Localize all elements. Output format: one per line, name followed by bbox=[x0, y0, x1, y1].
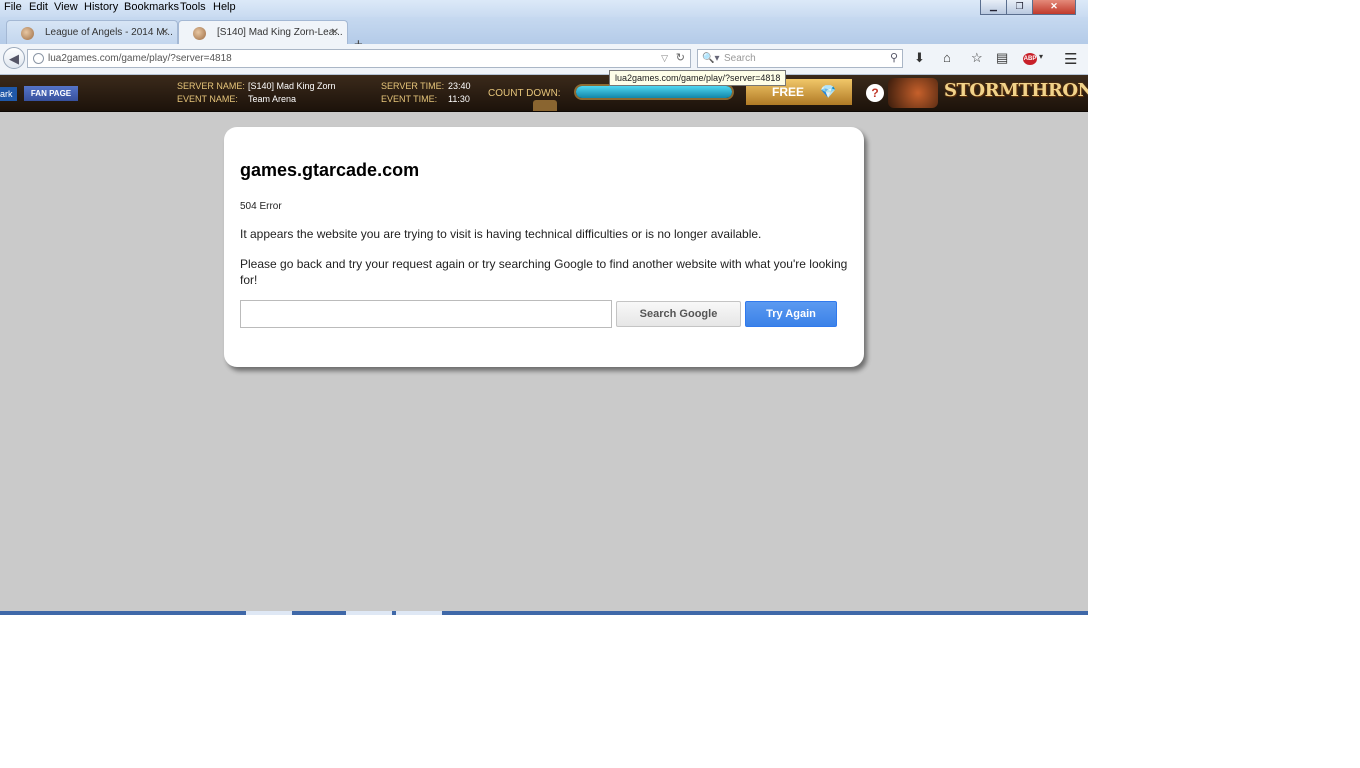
star-icon[interactable]: ☆ bbox=[971, 51, 983, 65]
tab-strip: League of Angels - 2014 M... ✕ [S140] Ma… bbox=[0, 17, 1088, 53]
tab-favicon-icon bbox=[193, 27, 206, 40]
error-site-title: games.gtarcade.com bbox=[240, 160, 420, 180]
event-name-value: Team Arena bbox=[248, 94, 297, 104]
taskbar-item[interactable] bbox=[346, 611, 392, 615]
error-message-primary: It appears the website you are trying to… bbox=[240, 227, 762, 241]
reload-icon[interactable]: ↻ bbox=[676, 50, 685, 67]
try-again-button[interactable]: Try Again bbox=[745, 301, 837, 327]
tab-favicon-icon bbox=[21, 27, 34, 40]
fan-page-button[interactable]: FAN PAGE bbox=[24, 86, 78, 101]
minimize-button[interactable]: ▁ bbox=[980, 0, 1007, 15]
close-window-button[interactable]: ✕ bbox=[1032, 0, 1076, 15]
tab-title: [S140] Mad King Zorn-Lea... bbox=[217, 27, 343, 38]
stormthrone-logo[interactable]: STORMTHRONE bbox=[944, 80, 1088, 101]
bookmark-link[interactable]: ark bbox=[0, 87, 17, 101]
adblock-dropdown-icon[interactable]: ▾ bbox=[1039, 52, 1043, 61]
dragon-emblem-icon bbox=[888, 78, 938, 108]
site-identity-icon[interactable] bbox=[33, 53, 44, 64]
url-history-dropdown-icon[interactable]: ▽ bbox=[661, 50, 668, 67]
event-time-label: EVENT TIME: bbox=[381, 94, 438, 104]
magnifier-icon[interactable]: ⚲ bbox=[890, 50, 898, 67]
error-message-secondary: Please go back and try your request agai… bbox=[240, 257, 848, 287]
adblock-icon[interactable]: ABP bbox=[1023, 53, 1037, 65]
menu-file[interactable]: File bbox=[4, 1, 22, 13]
tab-title: League of Angels - 2014 M... bbox=[45, 27, 173, 38]
search-engine-icon[interactable]: 🔍▾ bbox=[702, 50, 719, 67]
tab-mad-king-zorn[interactable]: [S140] Mad King Zorn-Lea... ✕ bbox=[178, 20, 348, 44]
search-placeholder: Search bbox=[724, 53, 756, 64]
countdown-label: COUNT DOWN: bbox=[488, 88, 561, 99]
tab-close-icon[interactable]: ✕ bbox=[331, 21, 339, 45]
taskbar bbox=[0, 611, 1088, 615]
menu-edit[interactable]: Edit bbox=[29, 1, 48, 13]
maximize-button[interactable]: ❐ bbox=[1006, 0, 1033, 15]
countdown-progress-bar bbox=[574, 84, 734, 100]
home-icon[interactable]: ⌂ bbox=[943, 51, 951, 65]
tab-close-icon[interactable]: ✕ bbox=[161, 21, 169, 45]
gem-icon: 💎 bbox=[820, 84, 837, 99]
menu-history[interactable]: History bbox=[84, 1, 118, 13]
google-search-input[interactable] bbox=[240, 300, 612, 328]
server-name-value: [S140] Mad King Zorn bbox=[248, 81, 336, 91]
hamburger-icon[interactable]: ☰ bbox=[1064, 50, 1077, 68]
menu-bar: File Edit View History Bookmarks Tools H… bbox=[0, 0, 1088, 17]
window-controls: ▁ ❐ ✕ bbox=[980, 0, 1076, 15]
menu-help[interactable]: Help bbox=[213, 1, 236, 13]
navigation-bar: ◀ lua2games.com/game/play/?server=4818 ▽… bbox=[0, 44, 1088, 75]
back-arrow-icon[interactable]: ◀ bbox=[3, 47, 25, 69]
browser-window: File Edit View History Bookmarks Tools H… bbox=[0, 0, 1088, 615]
event-name-label: EVENT NAME: bbox=[177, 94, 238, 104]
error-code: 504 Error bbox=[240, 201, 282, 212]
download-arrow-icon[interactable]: ⬇ bbox=[914, 51, 925, 65]
event-time-value: 11:30 bbox=[448, 94, 470, 104]
server-time-value: 23:40 bbox=[448, 81, 471, 91]
server-name-label: SERVER NAME: bbox=[177, 81, 245, 91]
server-time-label: SERVER TIME: bbox=[381, 81, 445, 91]
taskbar-item[interactable] bbox=[396, 611, 442, 615]
menu-view[interactable]: View bbox=[54, 1, 78, 13]
taskbar-item[interactable] bbox=[246, 611, 292, 615]
free-label: FREE bbox=[772, 85, 805, 99]
banner-collapse-tab[interactable] bbox=[533, 100, 557, 111]
tab-league-of-angels[interactable]: League of Angels - 2014 M... ✕ bbox=[6, 20, 178, 44]
reading-list-icon[interactable]: ▤ bbox=[996, 51, 1008, 65]
countdown-progress-fill bbox=[576, 86, 732, 98]
error-card: games.gtarcade.com 504 Error It appears … bbox=[224, 127, 864, 367]
help-icon[interactable]: ? bbox=[866, 84, 884, 102]
url-bar[interactable]: lua2games.com/game/play/?server=4818 ▽ ↻ bbox=[27, 49, 691, 68]
search-google-button[interactable]: Search Google bbox=[616, 301, 741, 327]
search-bar[interactable]: 🔍▾ Search ⚲ bbox=[697, 49, 903, 68]
url-tooltip: lua2games.com/game/play/?server=4818 bbox=[609, 70, 787, 86]
menu-tools[interactable]: Tools bbox=[180, 1, 206, 13]
menu-bookmarks[interactable]: Bookmarks bbox=[124, 1, 179, 13]
url-text: lua2games.com/game/play/?server=4818 bbox=[48, 53, 232, 64]
